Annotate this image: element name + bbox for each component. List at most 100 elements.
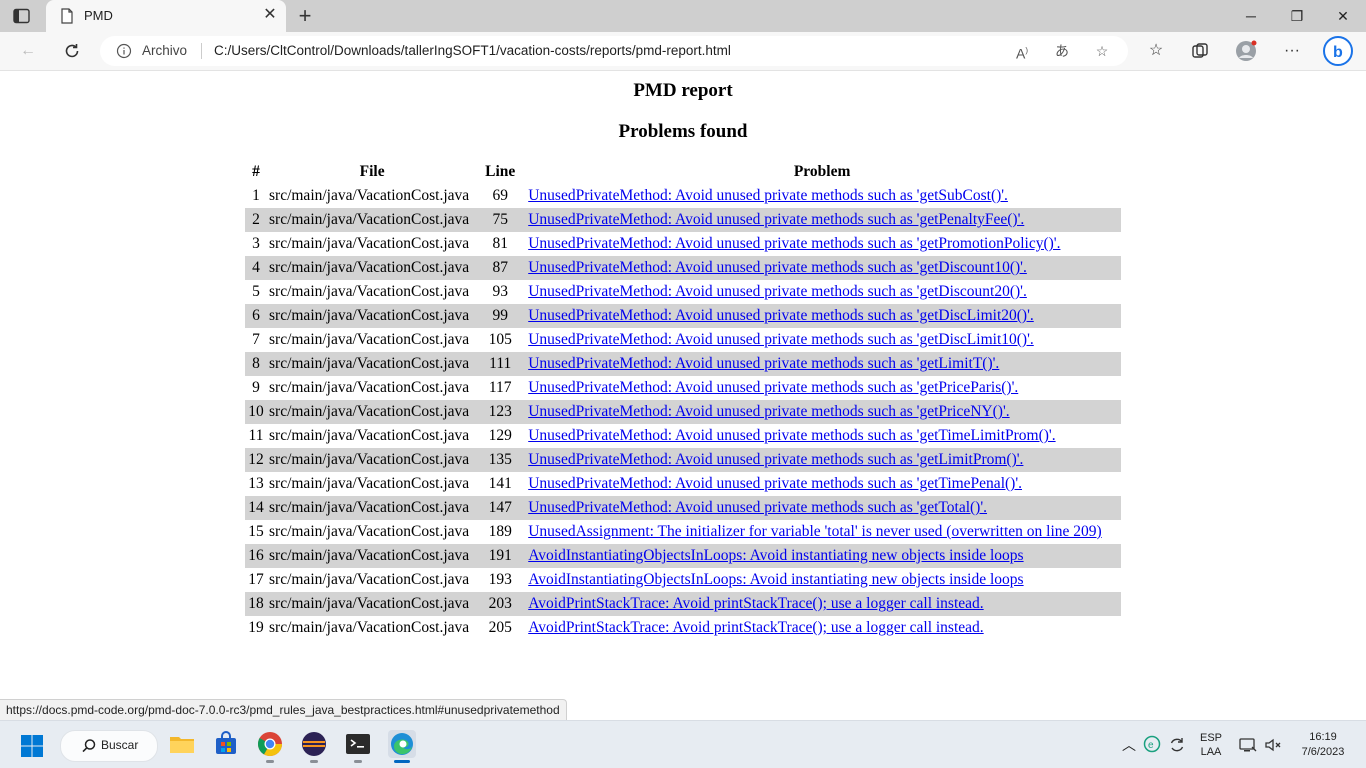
row-number: 2 bbox=[245, 208, 267, 232]
favorite-star-icon[interactable]: ☆ bbox=[1092, 41, 1112, 61]
edge-tray-icon[interactable]: e bbox=[1143, 735, 1161, 753]
problem-link[interactable]: UnusedPrivateMethod: Avoid unused privat… bbox=[528, 451, 1023, 468]
separator bbox=[201, 43, 202, 59]
chrome-icon[interactable] bbox=[256, 730, 284, 763]
table-header-row: # File Line Problem bbox=[245, 159, 1121, 184]
language-code: ESP bbox=[1199, 732, 1222, 744]
row-line: 205 bbox=[488, 619, 512, 636]
eclipse-icon[interactable] bbox=[300, 730, 328, 763]
row-number: 9 bbox=[252, 379, 260, 396]
problem-link[interactable]: UnusedPrivateMethod: Avoid unused privat… bbox=[528, 379, 1018, 396]
problem-link[interactable]: UnusedPrivateMethod: Avoid unused privat… bbox=[528, 259, 1027, 276]
volume-muted-icon[interactable] bbox=[1263, 735, 1283, 755]
row-line: 189 bbox=[488, 523, 512, 540]
tab-actions-icon[interactable] bbox=[12, 8, 32, 24]
problem-link[interactable]: AvoidPrintStackTrace: Avoid printStackTr… bbox=[528, 619, 983, 636]
problem-link[interactable]: AvoidPrintStackTrace: Avoid printStackTr… bbox=[528, 595, 983, 612]
row-number: 4 bbox=[245, 256, 267, 280]
row-problem: UnusedPrivateMethod: Avoid unused privat… bbox=[523, 352, 1121, 376]
running-indicator bbox=[310, 760, 318, 763]
row-file: src/main/java/VacationCost.java bbox=[269, 187, 470, 204]
bing-copilot-icon[interactable]: b bbox=[1322, 35, 1354, 67]
row-file: src/main/java/VacationCost.java bbox=[267, 400, 478, 424]
row-number: 18 bbox=[245, 592, 267, 616]
clock-time: 16:19 bbox=[1309, 731, 1337, 743]
more-menu-icon[interactable]: ··· bbox=[1280, 39, 1304, 63]
row-file: src/main/java/VacationCost.java bbox=[269, 379, 470, 396]
table-row: 10 src/main/java/VacationCost.java 123 Unus… bbox=[245, 400, 1121, 424]
problem-link[interactable]: AvoidInstantiatingObjectsInLoops: Avoid … bbox=[528, 571, 1023, 588]
document-icon bbox=[60, 8, 74, 24]
terminal-icon[interactable] bbox=[344, 730, 372, 763]
section-title: Problems found bbox=[618, 121, 748, 142]
edge-icon[interactable] bbox=[388, 730, 416, 763]
close-tab-icon[interactable]: ✕ bbox=[262, 7, 278, 23]
problem-link[interactable]: UnusedPrivateMethod: Avoid unused privat… bbox=[528, 283, 1027, 300]
running-indicator bbox=[266, 760, 274, 763]
search-icon bbox=[81, 738, 97, 754]
row-number: 10 bbox=[245, 400, 267, 424]
windows-start-icon[interactable] bbox=[21, 735, 43, 757]
location-label: Archivo bbox=[142, 43, 188, 58]
problem-link[interactable]: UnusedPrivateMethod: Avoid unused privat… bbox=[528, 331, 1034, 348]
table-row: 5 src/main/java/VacationCost.java 93 Unused… bbox=[245, 280, 1121, 304]
table-row: 9 src/main/java/VacationCost.java 117 Unuse… bbox=[245, 376, 1121, 400]
back-icon[interactable]: ← bbox=[16, 39, 40, 63]
row-file: src/main/java/VacationCost.java bbox=[267, 208, 478, 232]
row-line: 75 bbox=[477, 208, 524, 232]
sync-icon[interactable] bbox=[1167, 735, 1187, 755]
language-indicator[interactable]: ESP LAA bbox=[1199, 731, 1223, 768]
row-line: 193 bbox=[488, 571, 512, 588]
clock[interactable]: 16:19 7/6/2023 bbox=[1290, 730, 1356, 768]
problem-link[interactable]: UnusedPrivateMethod: Avoid unused privat… bbox=[528, 307, 1034, 324]
row-line: 117 bbox=[488, 379, 512, 396]
restore-icon[interactable]: ❐ bbox=[1274, 0, 1320, 32]
problem-link[interactable]: UnusedPrivateMethod: Avoid unused privat… bbox=[528, 499, 987, 516]
column-header-problem: Problem bbox=[793, 162, 851, 180]
favorites-icon[interactable]: ☆ bbox=[1144, 39, 1168, 63]
problem-link[interactable]: UnusedPrivateMethod: Avoid unused privat… bbox=[528, 355, 999, 372]
row-number: 13 bbox=[248, 475, 264, 492]
keyboard-layout: LAA bbox=[1200, 746, 1222, 758]
new-tab-icon[interactable]: + bbox=[294, 5, 316, 27]
svg-text:b: b bbox=[1333, 44, 1343, 61]
column-header-line: Line bbox=[485, 162, 516, 180]
row-file: src/main/java/VacationCost.java bbox=[269, 475, 470, 492]
close-window-icon[interactable]: ✕ bbox=[1320, 0, 1366, 32]
file-explorer-icon[interactable] bbox=[168, 730, 196, 758]
table-row: 13 src/main/java/VacationCost.java 141 Unus… bbox=[245, 472, 1121, 496]
problem-link[interactable]: UnusedAssignment: The initializer for va… bbox=[528, 523, 1101, 540]
table-row: 2 src/main/java/VacationCost.java 75 Unused… bbox=[245, 208, 1121, 232]
row-line: 191 bbox=[477, 544, 524, 568]
profile-avatar-icon[interactable] bbox=[1234, 39, 1258, 63]
row-problem: AvoidPrintStackTrace: Avoid printStackTr… bbox=[523, 616, 1121, 640]
problem-link[interactable]: AvoidInstantiatingObjectsInLoops: Avoid … bbox=[528, 547, 1023, 564]
problem-link[interactable]: UnusedPrivateMethod: Avoid unused privat… bbox=[528, 403, 1009, 420]
info-icon[interactable] bbox=[116, 43, 132, 59]
collections-icon[interactable] bbox=[1188, 39, 1212, 63]
chevron-up-icon[interactable]: ︿ bbox=[1120, 721, 1138, 768]
url-text[interactable]: C:/Users/CltControl/Downloads/tallerIngS… bbox=[214, 43, 731, 58]
table-row: 18 src/main/java/VacationCost.java 203 Avoi… bbox=[245, 592, 1121, 616]
tab-pmd[interactable]: PMD ✕ bbox=[46, 0, 286, 32]
row-file: src/main/java/VacationCost.java bbox=[269, 619, 470, 636]
taskbar-search[interactable]: Buscar bbox=[60, 730, 158, 762]
problem-link[interactable]: UnusedPrivateMethod: Avoid unused privat… bbox=[528, 211, 1024, 228]
link-status-bar: https://docs.pmd-code.org/pmd-doc-7.0.0-… bbox=[0, 699, 567, 721]
problem-link[interactable]: UnusedPrivateMethod: Avoid unused privat… bbox=[528, 187, 1008, 204]
svg-text:e: e bbox=[1148, 740, 1154, 751]
problem-link[interactable]: UnusedPrivateMethod: Avoid unused privat… bbox=[528, 235, 1060, 252]
minimize-icon[interactable]: ─ bbox=[1228, 0, 1274, 32]
translate-icon[interactable]: あ bbox=[1052, 41, 1072, 61]
read-aloud-icon[interactable]: A) bbox=[1012, 41, 1032, 62]
microsoft-store-icon[interactable] bbox=[212, 730, 240, 758]
row-problem: UnusedPrivateMethod: Avoid unused privat… bbox=[523, 496, 1121, 520]
network-icon[interactable] bbox=[1238, 735, 1258, 755]
address-bar[interactable]: Archivo C:/Users/CltControl/Downloads/ta… bbox=[100, 36, 1128, 66]
refresh-icon[interactable] bbox=[60, 39, 84, 63]
row-problem: UnusedPrivateMethod: Avoid unused privat… bbox=[523, 328, 1121, 352]
row-file: src/main/java/VacationCost.java bbox=[269, 331, 470, 348]
problem-link[interactable]: UnusedPrivateMethod: Avoid unused privat… bbox=[528, 475, 1022, 492]
problem-link[interactable]: UnusedPrivateMethod: Avoid unused privat… bbox=[528, 427, 1055, 444]
row-number: 16 bbox=[245, 544, 267, 568]
